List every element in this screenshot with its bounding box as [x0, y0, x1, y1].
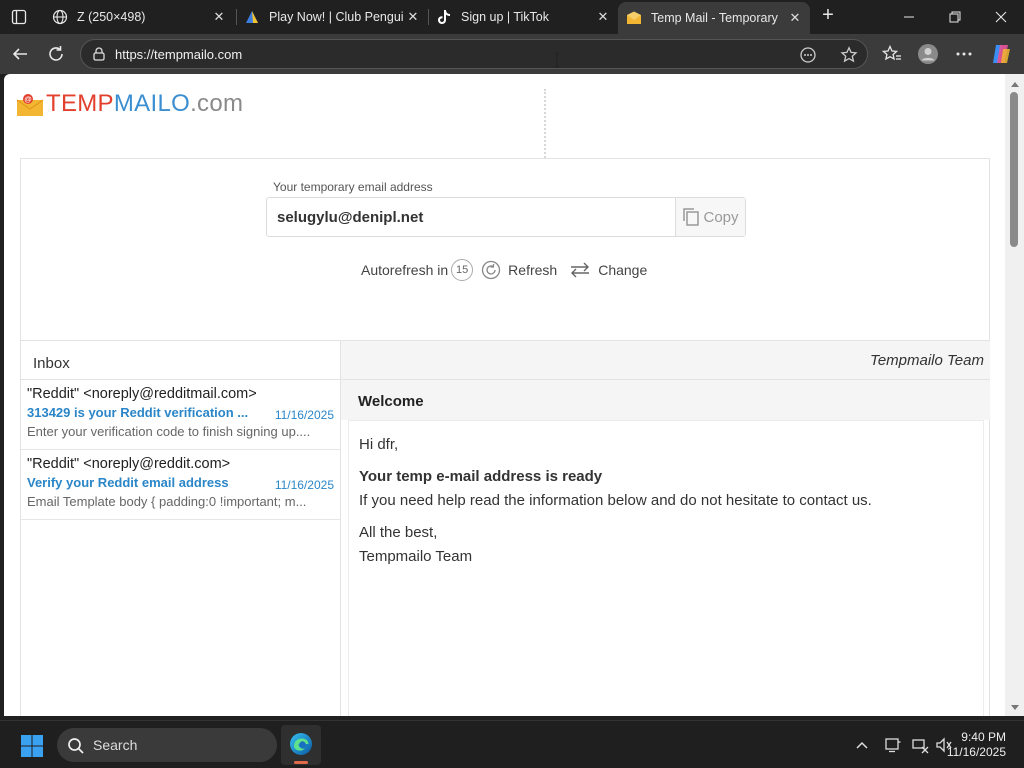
envelope-logo-icon: @	[16, 93, 44, 116]
browser-tab-bar: Z (250×498) ✕ Play Now! | Club Penguin ✕…	[0, 0, 1024, 34]
tab-club-penguin[interactable]: Play Now! | Club Penguin ✕	[236, 2, 428, 32]
close-icon[interactable]: ✕	[786, 9, 804, 27]
reader-signature: Tempmailo Team	[359, 548, 473, 565]
close-icon[interactable]: ✕	[594, 8, 612, 26]
change-button[interactable]: Change	[569, 261, 647, 279]
reader-body: Hi dfr, Your temp e-mail address is read…	[348, 420, 984, 716]
message-subject: 313429 is your Reddit verification ...	[27, 405, 249, 420]
tab-actions-icon[interactable]	[8, 6, 30, 28]
message-preview: Email Template body { padding:0 !importa…	[27, 494, 307, 509]
chevron-up-icon[interactable]	[852, 735, 872, 755]
display-icon[interactable]	[883, 735, 903, 755]
autorefresh-label: Autorefresh in	[361, 262, 449, 278]
change-label: Change	[598, 262, 648, 278]
reader-subject: Welcome	[358, 393, 424, 410]
refresh-button[interactable]: Refresh	[481, 260, 557, 280]
scrollbar-thumb[interactable]	[1010, 92, 1018, 247]
reading-view-icon[interactable]	[799, 46, 817, 64]
reader-sender: Tempmailo Team	[870, 352, 984, 369]
reader-text: If you need help read the information be…	[359, 492, 872, 509]
club-penguin-icon	[244, 9, 260, 25]
tiktok-icon	[436, 9, 452, 25]
back-button[interactable]	[8, 42, 32, 66]
tab-title: Sign up | TikTok	[461, 10, 550, 24]
message-sender: "Reddit" <noreply@redditmail.com>	[27, 386, 257, 402]
reader-greeting: Hi dfr,	[359, 436, 399, 453]
network-icon[interactable]	[910, 735, 930, 755]
inbox-message[interactable]: "Reddit" <noreply@redditmail.com> 313429…	[21, 380, 340, 450]
clock-time: 9:40 PM	[961, 730, 1006, 744]
page-viewport: @ TEMP MAILO .com Your temporary email a…	[4, 74, 1005, 716]
minimize-button[interactable]	[886, 0, 932, 34]
browser-toolbar: https://tempmailo.com	[0, 34, 1024, 74]
active-app-indicator	[294, 761, 308, 764]
close-window-button[interactable]	[978, 0, 1024, 34]
inbox-title: Inbox	[33, 355, 70, 372]
logo-part-temp: TEMP	[46, 90, 114, 117]
close-icon[interactable]: ✕	[404, 8, 422, 26]
new-tab-button[interactable]: +	[817, 5, 839, 27]
site-logo[interactable]: @ TEMP MAILO .com	[16, 88, 243, 120]
reader-subject-bar: Welcome	[341, 380, 990, 420]
system-clock[interactable]: 9:40 PM 11/16/2025	[947, 730, 1006, 760]
refresh-label: Refresh	[508, 262, 558, 278]
logo-part-mailo: MAILO	[113, 90, 191, 117]
profile-avatar-icon[interactable]	[917, 43, 939, 65]
taskbar-search[interactable]: Search	[57, 728, 277, 762]
swap-arrows-icon	[571, 262, 590, 278]
logo-part-com: .com	[190, 90, 244, 117]
mail-card: Your temporary email address selugylu@de…	[20, 158, 990, 716]
message-date: 11/16/2025	[274, 408, 334, 422]
copy-button[interactable]: Copy	[675, 198, 745, 236]
refresh-icon	[482, 260, 501, 280]
scroll-up-icon[interactable]	[1011, 82, 1019, 87]
favorite-star-icon[interactable]	[840, 46, 858, 64]
email-address-field[interactable]: selugylu@denipl.net Copy	[266, 197, 746, 237]
clock-date: 11/16/2025	[946, 745, 1006, 759]
tab-title: Z (250×498)	[77, 10, 146, 24]
inbox-list: "Reddit" <noreply@redditmail.com> 313429…	[21, 380, 341, 716]
windows-start-icon[interactable]	[20, 734, 44, 758]
windows-taskbar: Search 9:40 PM 11/16/2025	[0, 720, 1024, 768]
message-sender: "Reddit" <noreply@reddit.com>	[27, 456, 231, 472]
address-label: Your temporary email address	[273, 180, 433, 194]
message-subject: Verify your Reddit email address	[27, 475, 229, 490]
tab-title: Temp Mail - Temporary	[651, 11, 778, 25]
taskbar-edge-app[interactable]	[281, 725, 321, 765]
inbox-message[interactable]: "Reddit" <noreply@reddit.com> Verify you…	[21, 450, 340, 520]
mailbox-actions: Autorefresh in 15 Refresh Change	[361, 258, 659, 282]
address-bar[interactable]: https://tempmailo.com	[80, 39, 868, 69]
message-date: 11/16/2025	[274, 478, 334, 492]
email-address-value[interactable]: selugylu@denipl.net	[277, 209, 423, 226]
restore-button[interactable]	[932, 0, 978, 34]
tab-temp-mail[interactable]: Temp Mail - Temporary ✕	[618, 2, 810, 34]
tab-title: Play Now! | Club Penguin	[269, 10, 404, 24]
inbox-header: Inbox	[21, 340, 341, 380]
autorefresh-counter: 15	[451, 259, 474, 281]
tab-tiktok[interactable]: Sign up | TikTok ✕	[428, 2, 618, 32]
search-label: Search	[93, 737, 138, 753]
copilot-icon[interactable]	[990, 43, 1012, 65]
search-icon	[68, 738, 84, 754]
message-preview: Enter your verification code to finish s…	[27, 424, 311, 439]
reader-sender-bar: Tempmailo Team	[341, 340, 990, 380]
edge-browser-icon	[290, 733, 312, 755]
copy-icon	[683, 208, 700, 226]
envelope-icon	[626, 10, 642, 26]
scroll-down-icon[interactable]	[1011, 705, 1019, 710]
favorites-icon[interactable]	[881, 43, 903, 65]
text-cursor-icon	[554, 52, 560, 68]
reader-heading: Your temp e-mail address is ready	[359, 468, 603, 485]
svg-text:@: @	[24, 95, 31, 104]
reload-button[interactable]	[44, 42, 68, 66]
globe-icon	[52, 9, 68, 25]
close-icon[interactable]: ✕	[210, 8, 228, 26]
url-text[interactable]: https://tempmailo.com	[115, 47, 242, 62]
lock-icon[interactable]	[91, 46, 107, 62]
reader-signoff: All the best,	[359, 524, 438, 541]
copy-label: Copy	[703, 208, 739, 226]
tab-z[interactable]: Z (250×498) ✕	[44, 2, 234, 32]
page-scrollbar[interactable]	[1005, 74, 1024, 716]
more-menu-icon[interactable]	[953, 43, 975, 65]
